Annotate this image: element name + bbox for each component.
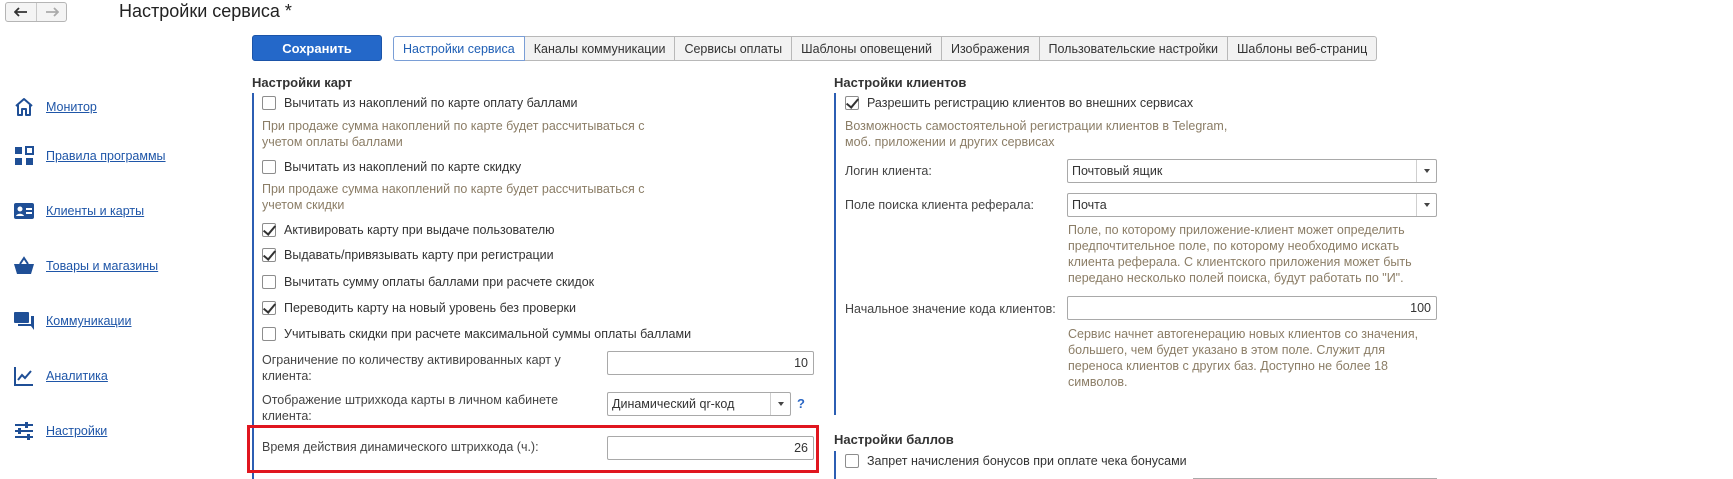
issue-on-register-checkbox[interactable]: Выдавать/привязывать карту при регистрац… bbox=[262, 246, 554, 264]
chart-line-icon bbox=[12, 364, 36, 388]
save-button[interactable]: Сохранить bbox=[252, 35, 382, 61]
checkbox-label: Запрет начисления бонусов при оплате чек… bbox=[867, 454, 1187, 468]
sidebar-item-label: Аналитика bbox=[46, 369, 108, 383]
chevron-down-icon bbox=[777, 402, 784, 406]
card-limit-input[interactable]: 10 bbox=[607, 351, 814, 375]
client-login-label: Логин клиента: bbox=[845, 164, 932, 178]
help-icon[interactable]: ? bbox=[797, 396, 805, 411]
deduct-discount-checkbox[interactable]: Вычитать из накоплений по карте скидку bbox=[262, 158, 521, 176]
sidebar-item-label: Коммуникации bbox=[46, 314, 132, 328]
tab-web-templates[interactable]: Шаблоны веб-страниц bbox=[1227, 36, 1378, 61]
sidebar-item-settings[interactable]: Настройки bbox=[12, 417, 107, 445]
checkbox-label: Учитывать скидки при расчете максимально… bbox=[284, 327, 692, 341]
checkbox-label: Вычитать сумму оплаты баллами при расчет… bbox=[284, 275, 595, 289]
sidebar-item-communications[interactable]: Коммуникации bbox=[12, 307, 132, 335]
deduct-points-hint: При продаже сумма накоплений по карте бу… bbox=[262, 119, 645, 149]
card-settings-border bbox=[252, 93, 254, 479]
checkbox-box bbox=[262, 327, 276, 341]
grid-icon bbox=[12, 144, 36, 168]
checkbox-box bbox=[262, 223, 276, 237]
dropdown-button[interactable] bbox=[770, 393, 790, 415]
history-nav bbox=[5, 2, 67, 22]
page-title: Настройки сервиса * bbox=[119, 1, 292, 21]
back-button[interactable] bbox=[6, 3, 36, 21]
client-code-input[interactable]: 100 bbox=[1067, 296, 1437, 320]
sidebar-item-analytics[interactable]: Аналитика bbox=[12, 362, 108, 390]
referral-search-hint: Поле, по которому приложение-клиент може… bbox=[1068, 223, 1412, 285]
sidebar-item-label: Настройки bbox=[46, 424, 108, 438]
forward-button[interactable] bbox=[36, 3, 66, 21]
checkbox-label: Вычитать из накоплений по карте скидку bbox=[284, 160, 522, 174]
checkbox-box bbox=[262, 248, 276, 262]
card-settings-title: Настройки карт bbox=[252, 75, 353, 90]
checkbox-label: Выдавать/привязывать карту при регистрац… bbox=[284, 248, 554, 262]
tab-user-settings[interactable]: Пользовательские настройки bbox=[1039, 36, 1228, 61]
level-no-check-checkbox[interactable]: Переводить карту на новый уровень без пр… bbox=[262, 299, 576, 317]
barcode-display-label: Отображение штрихкода карты в личном каб… bbox=[262, 393, 559, 423]
client-login-select[interactable]: Почтовый ящик bbox=[1067, 159, 1437, 183]
dropdown-button[interactable] bbox=[1416, 194, 1436, 216]
forbid-bonus-checkbox[interactable]: Запрет начисления бонусов при оплате чек… bbox=[845, 452, 1187, 470]
id-card-icon bbox=[12, 199, 36, 223]
allow-external-hint: Возможность самостоятельной регистрации … bbox=[845, 119, 1228, 149]
basket-icon bbox=[12, 254, 36, 278]
activate-on-issue-checkbox[interactable]: Активировать карту при выдаче пользовате… bbox=[262, 221, 555, 239]
allow-external-registration-checkbox[interactable]: Разрешить регистрацию клиентов во внешни… bbox=[845, 94, 1193, 112]
sidebar-item-label: Клиенты и карты bbox=[46, 204, 145, 218]
tab-communication-channels[interactable]: Каналы коммуникации bbox=[524, 36, 676, 61]
points-settings-border bbox=[834, 451, 836, 479]
tab-payment-services[interactable]: Сервисы оплаты bbox=[675, 36, 793, 61]
checkbox-box bbox=[262, 160, 276, 174]
client-settings-border bbox=[834, 93, 836, 415]
sidebar-item-monitor[interactable]: Монитор bbox=[12, 93, 97, 121]
referral-search-label: Поле поиска клиента реферала: bbox=[845, 198, 1035, 212]
sidebar-item-label: Товары и магазины bbox=[46, 259, 159, 273]
checkbox-label: Активировать карту при выдаче пользовате… bbox=[284, 223, 555, 237]
chevron-down-icon bbox=[1423, 169, 1430, 173]
select-value: Почта bbox=[1072, 198, 1107, 212]
home-icon bbox=[12, 95, 36, 119]
tab-service-settings[interactable]: Настройки сервиса bbox=[393, 36, 525, 61]
select-value: Динамический qr-код bbox=[612, 397, 735, 411]
sidebar-item-rules[interactable]: Правила программы bbox=[12, 142, 166, 170]
arrow-right-icon bbox=[45, 7, 59, 17]
client-settings-title: Настройки клиентов bbox=[834, 75, 967, 90]
sidebar-item-label: Монитор bbox=[46, 100, 97, 114]
client-code-label: Начальное значение кода клиентов: bbox=[845, 302, 1056, 316]
checkbox-label: Переводить карту на новый уровень без пр… bbox=[284, 301, 577, 315]
points-settings-title: Настройки баллов bbox=[834, 432, 954, 447]
sidebar-item-label: Правила программы bbox=[46, 149, 166, 163]
chat-icon bbox=[12, 309, 36, 333]
card-limit-label: Ограничение по количеству активированных… bbox=[262, 353, 561, 383]
checkbox-box bbox=[845, 454, 859, 468]
deduct-sum-discount-checkbox[interactable]: Вычитать сумму оплаты баллами при расчет… bbox=[262, 273, 594, 291]
deduct-points-checkbox[interactable]: Вычитать из накоплений по карте оплату б… bbox=[262, 94, 578, 112]
sliders-icon bbox=[12, 419, 36, 443]
checkbox-box bbox=[845, 96, 859, 110]
select-value: Почтовый ящик bbox=[1072, 164, 1163, 178]
highlight-frame bbox=[247, 425, 819, 473]
sidebar-item-goods[interactable]: Товары и магазины bbox=[12, 252, 158, 280]
checkbox-box bbox=[262, 96, 276, 110]
deduct-discount-hint: При продаже сумма накоплений по карте бу… bbox=[262, 182, 645, 212]
sidebar-item-clients[interactable]: Клиенты и карты bbox=[12, 197, 144, 225]
dropdown-button[interactable] bbox=[1416, 160, 1436, 182]
tab-notification-templates[interactable]: Шаблоны оповещений bbox=[792, 36, 942, 61]
consider-discounts-checkbox[interactable]: Учитывать скидки при расчете максимально… bbox=[262, 325, 691, 343]
barcode-display-select[interactable]: Динамический qr-код bbox=[607, 392, 791, 416]
tab-images[interactable]: Изображения bbox=[941, 36, 1040, 61]
tab-bar: Настройки сервиса Каналы коммуникации Се… bbox=[393, 36, 1378, 61]
checkbox-label: Вычитать из накоплений по карте оплату б… bbox=[284, 96, 578, 110]
client-code-hint: Сервис начнет автогенерацию новых клиент… bbox=[1068, 327, 1419, 389]
checkbox-box bbox=[262, 275, 276, 289]
checkbox-box bbox=[262, 301, 276, 315]
checkbox-label: Разрешить регистрацию клиентов во внешни… bbox=[867, 96, 1194, 110]
arrow-left-icon bbox=[14, 7, 27, 17]
chevron-down-icon bbox=[1423, 203, 1430, 207]
referral-search-select[interactable]: Почта bbox=[1067, 193, 1437, 217]
